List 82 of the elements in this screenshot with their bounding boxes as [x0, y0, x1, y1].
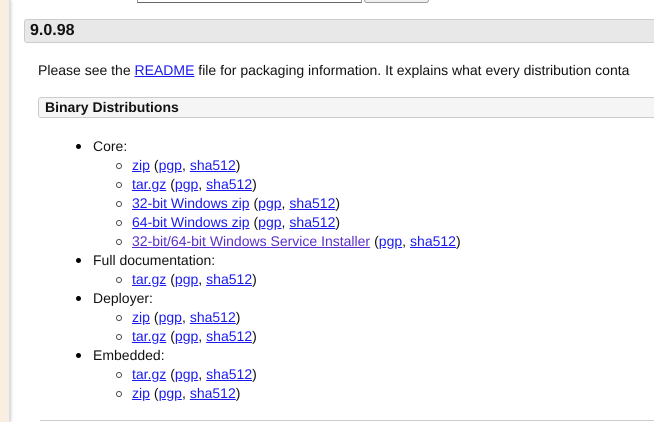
sha512-link[interactable]: sha512	[289, 194, 336, 213]
pgp-link[interactable]: pgp	[258, 194, 282, 213]
distribution-label: Core:	[93, 137, 128, 156]
pgp-link[interactable]: pgp	[158, 384, 182, 403]
paren-text: (	[154, 156, 159, 175]
bullet-icon	[76, 144, 81, 149]
sha512-link[interactable]: sha512	[289, 213, 336, 232]
sha512-link[interactable]: sha512	[410, 232, 456, 251]
bullet-icon	[116, 220, 122, 226]
paren-text: )	[335, 213, 340, 232]
bullet-icon	[116, 162, 122, 168]
download-link[interactable]: tar.gz	[132, 175, 166, 194]
paren-text: (	[170, 365, 175, 384]
comma-text: ,	[198, 365, 202, 384]
download-link[interactable]: 32-bit Windows zip	[132, 194, 250, 213]
paren-text: )	[252, 327, 257, 346]
paren-text: )	[236, 156, 240, 175]
comma-text: ,	[198, 175, 202, 194]
download-link[interactable]: tar.gz	[132, 270, 166, 289]
intro-text: Please see the README file for packaging information. It explains what every distribution conta	[38, 61, 630, 80]
comma-text: ,	[182, 156, 186, 175]
bullet-icon	[116, 276, 122, 282]
bullet-icon	[76, 353, 81, 358]
bullet-icon	[116, 390, 122, 396]
comma-text: ,	[402, 232, 406, 251]
paren-text: (	[170, 327, 175, 346]
paren-text: (	[374, 232, 379, 251]
pgp-link[interactable]: pgp	[174, 327, 198, 346]
distribution-label: Deployer:	[93, 289, 153, 308]
download-link[interactable]: zip	[132, 156, 150, 175]
bullet-icon	[116, 200, 122, 206]
comma-text: ,	[182, 384, 186, 403]
sha512-link[interactable]: sha512	[206, 175, 252, 194]
paren-text: )	[252, 175, 257, 194]
paren-text: (	[154, 308, 159, 327]
sha512-link[interactable]: sha512	[206, 270, 252, 289]
version-heading: 9.0.98	[24, 19, 654, 43]
pgp-link[interactable]: pgp	[174, 175, 198, 194]
paren-text: (	[254, 194, 258, 213]
bullet-icon	[116, 372, 122, 378]
section-heading: Binary Distributions	[38, 97, 654, 118]
pgp-link[interactable]: pgp	[174, 365, 198, 384]
download-link[interactable]: tar.gz	[132, 327, 166, 346]
comma-text: ,	[198, 270, 202, 289]
comma-text: ,	[182, 308, 186, 327]
sha512-link[interactable]: sha512	[190, 308, 236, 327]
bullet-icon	[116, 334, 122, 340]
sha512-link[interactable]: sha512	[190, 384, 236, 403]
paren-text: )	[456, 232, 461, 251]
paren-text: (	[170, 175, 175, 194]
sha512-link[interactable]: sha512	[206, 327, 252, 346]
pgp-link[interactable]: pgp	[378, 232, 402, 251]
pgp-link[interactable]: pgp	[258, 213, 282, 232]
bullet-icon	[76, 296, 81, 301]
paren-text: (	[154, 384, 159, 403]
comma-text: ,	[198, 327, 202, 346]
paren-text: (	[170, 270, 175, 289]
readme-link[interactable]: README	[134, 62, 194, 78]
distribution-label: Embedded:	[93, 346, 165, 365]
download-link[interactable]: tar.gz	[132, 365, 166, 384]
paren-text: )	[236, 308, 240, 327]
bullet-icon	[116, 182, 122, 188]
pgp-link[interactable]: pgp	[158, 156, 182, 175]
comma-text: ,	[282, 213, 286, 232]
download-link[interactable]: zip	[132, 308, 150, 327]
paren-text: )	[252, 365, 257, 384]
bullet-icon	[76, 258, 81, 263]
bullet-icon	[116, 238, 122, 244]
paren-text: (	[254, 213, 258, 232]
download-link[interactable]: 32-bit/64-bit Windows Service Installer	[132, 232, 370, 251]
download-link[interactable]: 64-bit Windows zip	[132, 213, 250, 232]
sha512-link[interactable]: sha512	[206, 365, 252, 384]
pgp-link[interactable]: pgp	[158, 308, 182, 327]
sha512-link[interactable]: sha512	[190, 156, 236, 175]
paren-text: )	[252, 270, 257, 289]
paren-text: )	[335, 194, 340, 213]
distribution-label: Full documentation:	[93, 251, 216, 270]
pgp-link[interactable]: pgp	[174, 270, 198, 289]
bullet-icon	[116, 314, 122, 320]
paren-text: )	[236, 384, 240, 403]
comma-text: ,	[282, 194, 286, 213]
download-link[interactable]: zip	[132, 384, 150, 403]
